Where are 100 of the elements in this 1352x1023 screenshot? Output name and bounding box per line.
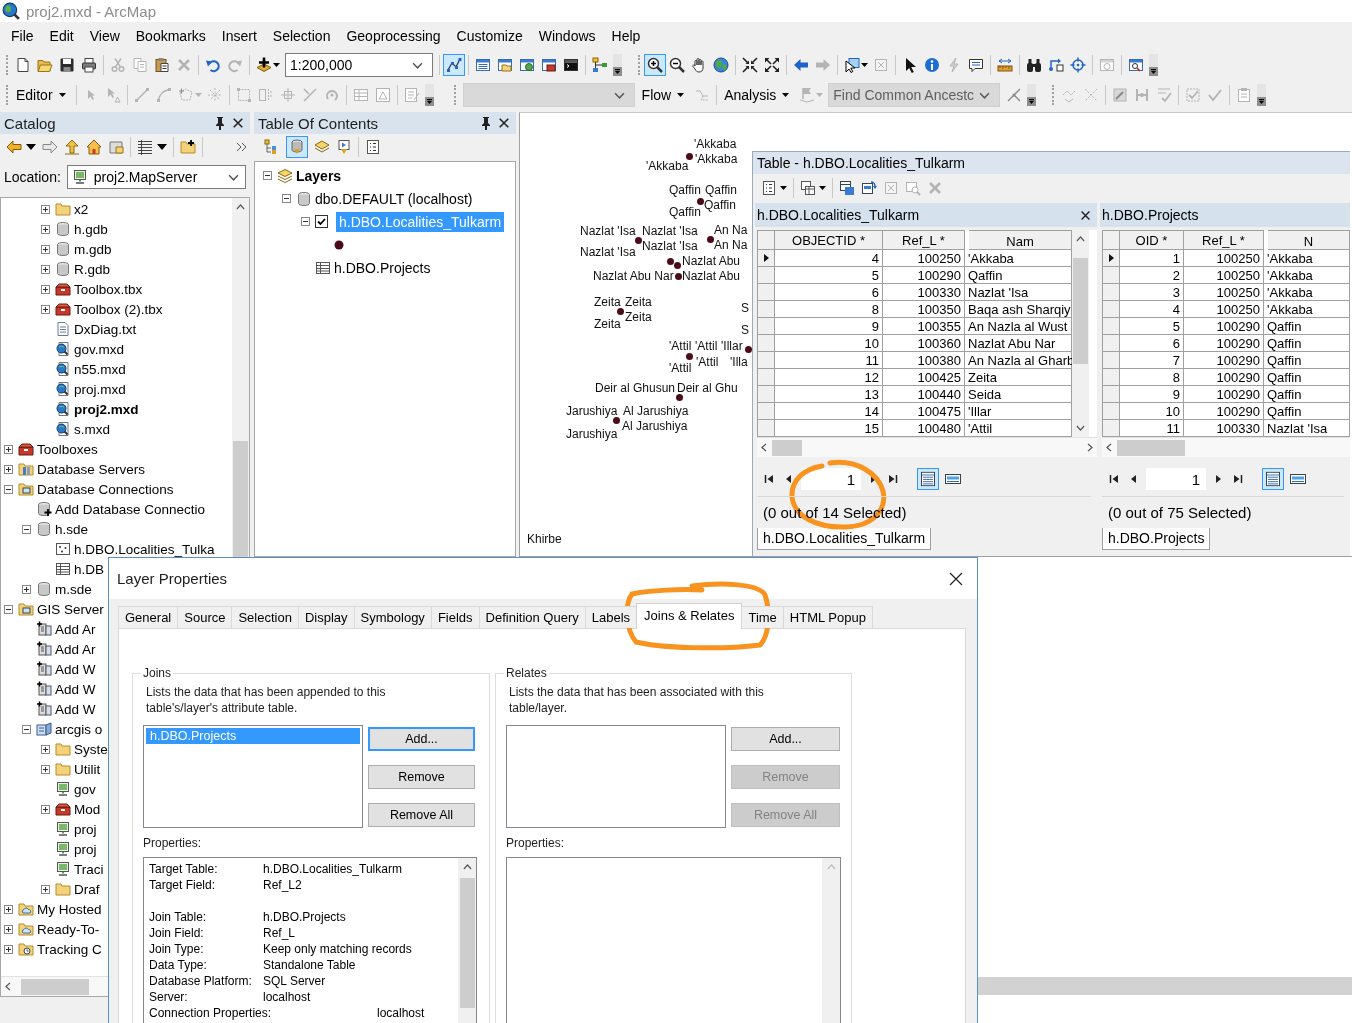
table-cell: 100250	[1184, 267, 1264, 284]
table-cell: 100290	[1184, 335, 1264, 352]
map-label: An Na	[714, 223, 748, 237]
table-cell: 100380	[883, 352, 965, 369]
map-label: Nazlat 'Isa	[642, 239, 698, 253]
map-label: 'Akkaba	[695, 152, 738, 166]
table-name: h.DBO.Projects	[1102, 207, 1199, 223]
table-cell: Nazlat 'Isa	[965, 284, 1072, 301]
map-label: Nazlat 'Isa	[580, 224, 636, 238]
property-value: Ref_L2	[263, 878, 303, 892]
table-cell: 5	[775, 267, 883, 284]
table-cell: 'Illar	[965, 403, 1072, 420]
property-value: h.DBO.Projects	[263, 910, 347, 924]
table-cell: 7	[1120, 352, 1184, 369]
map-label: 'Attil	[695, 339, 718, 353]
property-name: Database Platform:	[149, 974, 253, 988]
table-cell: Qaffin	[1264, 403, 1350, 420]
table-cell: 'Akkaba	[1264, 250, 1350, 267]
table-cell: 100360	[883, 335, 965, 352]
map-label: Zeita	[594, 295, 621, 309]
table-cell: 9	[1120, 386, 1184, 403]
table-cell: 100250	[1184, 284, 1264, 301]
table-cell: An Nazla al Wust	[965, 318, 1072, 335]
group-description: Lists the data that has been appended to this table's/layer's attribute table.	[145, 684, 387, 716]
table-cell: 100330	[883, 284, 965, 301]
map-label: Zeita	[594, 317, 621, 331]
property-name: Join Field:	[149, 926, 205, 940]
table-cell: 8	[1120, 369, 1184, 386]
map-label: 'Illar	[721, 339, 743, 353]
table-cell: Nazlat Abu Nar	[965, 335, 1072, 352]
map-label: Deir al Ghusun	[595, 381, 676, 395]
table-cell: 100290	[1184, 386, 1264, 403]
table-cell: 100355	[883, 318, 965, 335]
map-label: Al Jarushiya	[623, 404, 689, 418]
map-label: Khirbe	[527, 532, 562, 546]
table-cell: 'Attil	[965, 420, 1072, 437]
map-label: Nazlat Abu	[682, 254, 741, 268]
map-label: 'Akkaba	[694, 137, 737, 151]
map-label: 'Illa	[730, 355, 748, 369]
table-cell: 14	[775, 403, 883, 420]
table-cell: 15	[775, 420, 883, 437]
dialog-title: Layer Properties	[117, 570, 228, 587]
property-name: Target Field:	[149, 878, 217, 892]
property-name: Target Table:	[149, 862, 219, 876]
property-name: Join Table:	[149, 910, 208, 924]
property-value: Standalone Table	[263, 958, 357, 972]
property-name: Join Type:	[149, 942, 205, 956]
map-label: Jarushiya	[566, 404, 618, 418]
map-label: Qaffin	[705, 183, 737, 197]
property-value: localhost	[377, 1006, 426, 1020]
table-cell: Baqa ash Sharqiy	[965, 301, 1072, 318]
property-value: Keep only matching records	[263, 942, 413, 956]
map-label: Jarushiya	[566, 427, 618, 441]
properties-label: Properties:	[143, 835, 203, 851]
table-cell: 100330	[1184, 420, 1264, 437]
panel-title: Catalog	[4, 114, 57, 132]
table-cell: 9	[775, 318, 883, 335]
property-value: localhost	[263, 990, 312, 1004]
table-cell: Qaffin	[1264, 386, 1350, 403]
table-cell: 6	[1120, 335, 1184, 352]
property-value: Ref_L	[263, 926, 297, 940]
panel-title: Table Of Contents	[258, 114, 380, 132]
window-title: proj2.mxd - ArcMap	[26, 2, 157, 20]
property-name: Data Type:	[149, 958, 208, 972]
property-value: h.DBO.Localities_Tulkarm	[263, 862, 403, 876]
map-label: 'Akkaba	[646, 159, 689, 173]
map-label: Zeita	[625, 295, 652, 309]
table-cell: 3	[1120, 284, 1184, 301]
map-label: Al Jarushiya	[622, 419, 688, 433]
table-cell: 10	[775, 335, 883, 352]
table-cell: Qaffin	[965, 267, 1072, 284]
map-label: Qaffin	[669, 183, 701, 197]
map-label: Qaffin	[669, 205, 701, 219]
map-label: S	[741, 323, 749, 337]
table-cell: 11	[1120, 420, 1184, 437]
table-cell: 13	[775, 386, 883, 403]
properties-label: Properties:	[506, 835, 566, 851]
table-cell: Qaffin	[1264, 335, 1350, 352]
table-cell: Qaffin	[1264, 318, 1350, 335]
table-cell: 100290	[883, 267, 965, 284]
map-label: Nazlat 'Isa	[642, 224, 698, 238]
table-cell: 'Akkaba	[1264, 301, 1350, 318]
group-title: Relates	[505, 666, 548, 680]
table-cell: 'Akkaba	[1264, 267, 1350, 284]
table-cell: 100425	[883, 369, 965, 386]
table-cell: 8	[775, 301, 883, 318]
table-cell: 100480	[883, 420, 965, 437]
table-cell: 'Akkaba	[965, 250, 1072, 267]
map-label: Qaffin	[704, 198, 736, 212]
table-cell: Nazlat 'Isa	[1264, 420, 1350, 437]
property-name: Server:	[149, 990, 189, 1004]
table-cell: 100290	[1184, 369, 1264, 386]
table-cell: 12	[775, 369, 883, 386]
map-label: Nazlat Abu	[682, 269, 741, 283]
table-cell: 100290	[1184, 318, 1264, 335]
table-name: h.DBO.Localities_Tulkarm	[757, 207, 920, 223]
table-cell: 100250	[883, 250, 965, 267]
table-cell: 11	[775, 352, 883, 369]
table-cell: 1	[1120, 250, 1184, 267]
table-cell: 100290	[1184, 403, 1264, 420]
